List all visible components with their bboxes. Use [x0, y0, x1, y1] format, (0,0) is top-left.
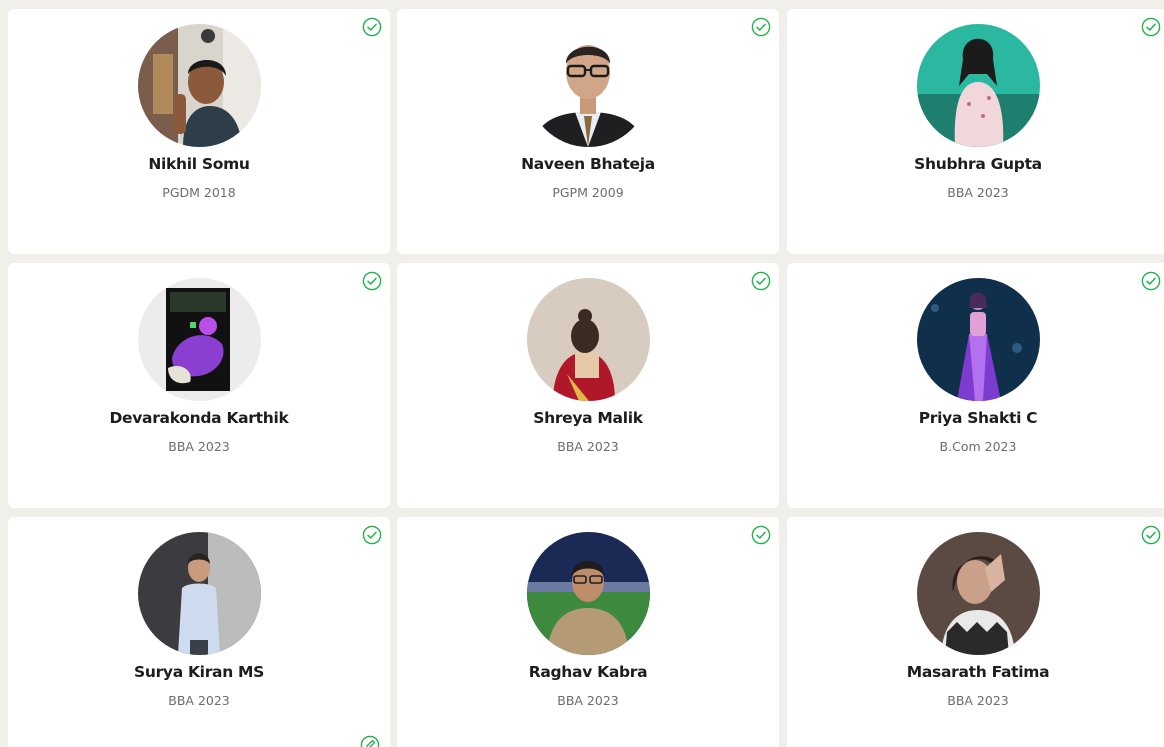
- profile-batch: BBA 2023: [947, 693, 1009, 708]
- profile-name[interactable]: Shubhra Gupta: [787, 155, 1164, 173]
- profile-name[interactable]: Surya Kiran MS: [8, 663, 390, 681]
- check-circle-icon: [1141, 525, 1161, 545]
- check-circle-icon: [362, 525, 382, 545]
- profile-card[interactable]: Masarath Fatima BBA 2023: [787, 517, 1164, 747]
- check-circle-icon: [751, 17, 771, 37]
- check-circle-icon: [362, 17, 382, 37]
- avatar[interactable]: [916, 532, 1040, 655]
- avatar[interactable]: [526, 532, 650, 655]
- profile-batch: PGPM 2009: [552, 185, 624, 200]
- avatar[interactable]: [916, 278, 1040, 401]
- avatar[interactable]: [916, 24, 1040, 147]
- avatar[interactable]: [137, 24, 261, 147]
- profile-card[interactable]: Raghav Kabra BBA 2023: [397, 517, 779, 747]
- profile-card[interactable]: Priya Shakti C B.Com 2023: [787, 263, 1164, 508]
- profile-card[interactable]: Surya Kiran MS BBA 2023: [8, 517, 390, 747]
- check-circle-icon: [751, 525, 771, 545]
- profile-batch: BBA 2023: [168, 693, 230, 708]
- profile-card[interactable]: Nikhil Somu PGDM 2018: [8, 9, 390, 254]
- profile-batch: BBA 2023: [947, 185, 1009, 200]
- edit-pencil-icon[interactable]: [360, 735, 380, 747]
- profile-name[interactable]: Naveen Bhateja: [397, 155, 779, 173]
- profile-batch: BBA 2023: [557, 693, 619, 708]
- avatar[interactable]: [137, 532, 261, 655]
- profile-card[interactable]: Devarakonda Karthik BBA 2023: [8, 263, 390, 508]
- profile-batch: B.Com 2023: [939, 439, 1017, 454]
- avatar[interactable]: [526, 278, 650, 401]
- profile-name[interactable]: Devarakonda Karthik: [8, 409, 390, 427]
- profile-batch: PGDM 2018: [162, 185, 236, 200]
- profile-name[interactable]: Nikhil Somu: [8, 155, 390, 173]
- alumni-grid: Nikhil Somu PGDM 2018 Naveen Bhateja PGP…: [0, 0, 1164, 747]
- profile-batch: BBA 2023: [557, 439, 619, 454]
- check-circle-icon: [751, 271, 771, 291]
- avatar[interactable]: [526, 24, 650, 147]
- profile-name[interactable]: Raghav Kabra: [397, 663, 779, 681]
- profile-name[interactable]: Masarath Fatima: [787, 663, 1164, 681]
- profile-name[interactable]: Priya Shakti C: [787, 409, 1164, 427]
- avatar[interactable]: [137, 278, 261, 401]
- profile-card[interactable]: Shubhra Gupta BBA 2023: [787, 9, 1164, 254]
- check-circle-icon: [1141, 17, 1161, 37]
- check-circle-icon: [1141, 271, 1161, 291]
- check-circle-icon: [362, 271, 382, 291]
- profile-name[interactable]: Shreya Malik: [397, 409, 779, 427]
- profile-card[interactable]: Shreya Malik BBA 2023: [397, 263, 779, 508]
- profile-batch: BBA 2023: [168, 439, 230, 454]
- profile-card[interactable]: Naveen Bhateja PGPM 2009: [397, 9, 779, 254]
